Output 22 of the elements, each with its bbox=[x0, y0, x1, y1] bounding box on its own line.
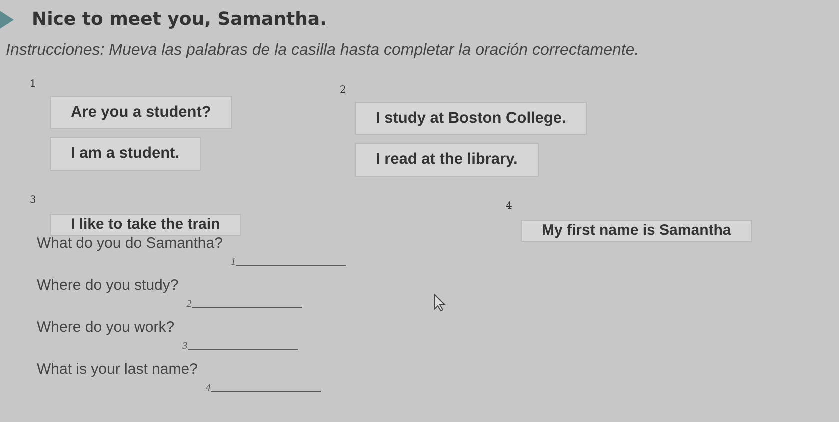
blank-number: 2 bbox=[186, 298, 192, 312]
title: Nice to meet you, Samantha. bbox=[32, 8, 327, 32]
box-number: 3 bbox=[30, 194, 38, 208]
word-card[interactable]: I read at the library. bbox=[355, 143, 539, 176]
cursor-icon bbox=[434, 294, 446, 312]
question: Where do you work? bbox=[37, 318, 175, 338]
question: Where do you study? bbox=[37, 276, 179, 296]
word-card[interactable]: Are you a student? bbox=[50, 96, 232, 130]
word-card[interactable]: I am a student. bbox=[50, 137, 201, 170]
blank-number: 3 bbox=[182, 340, 188, 354]
box-number: 4 bbox=[506, 200, 514, 214]
instructions: Instrucciones: Mueva las palabras de la casilla hasta completar la oración correctamente. bbox=[5, 41, 640, 61]
play-icon[interactable] bbox=[0, 10, 14, 28]
word-card[interactable]: I study at Boston College. bbox=[355, 102, 588, 136]
question: What do you do Samantha? bbox=[37, 234, 223, 254]
question: What is your last name? bbox=[37, 360, 198, 380]
blank-number: 4 bbox=[206, 382, 211, 396]
word-card[interactable]: My first name is Samantha bbox=[521, 220, 752, 242]
box-number: 2 bbox=[340, 84, 348, 98]
blank-number: 1 bbox=[230, 256, 236, 270]
box-number: 1 bbox=[30, 78, 38, 92]
word-card[interactable]: I like to take the train bbox=[50, 214, 242, 236]
